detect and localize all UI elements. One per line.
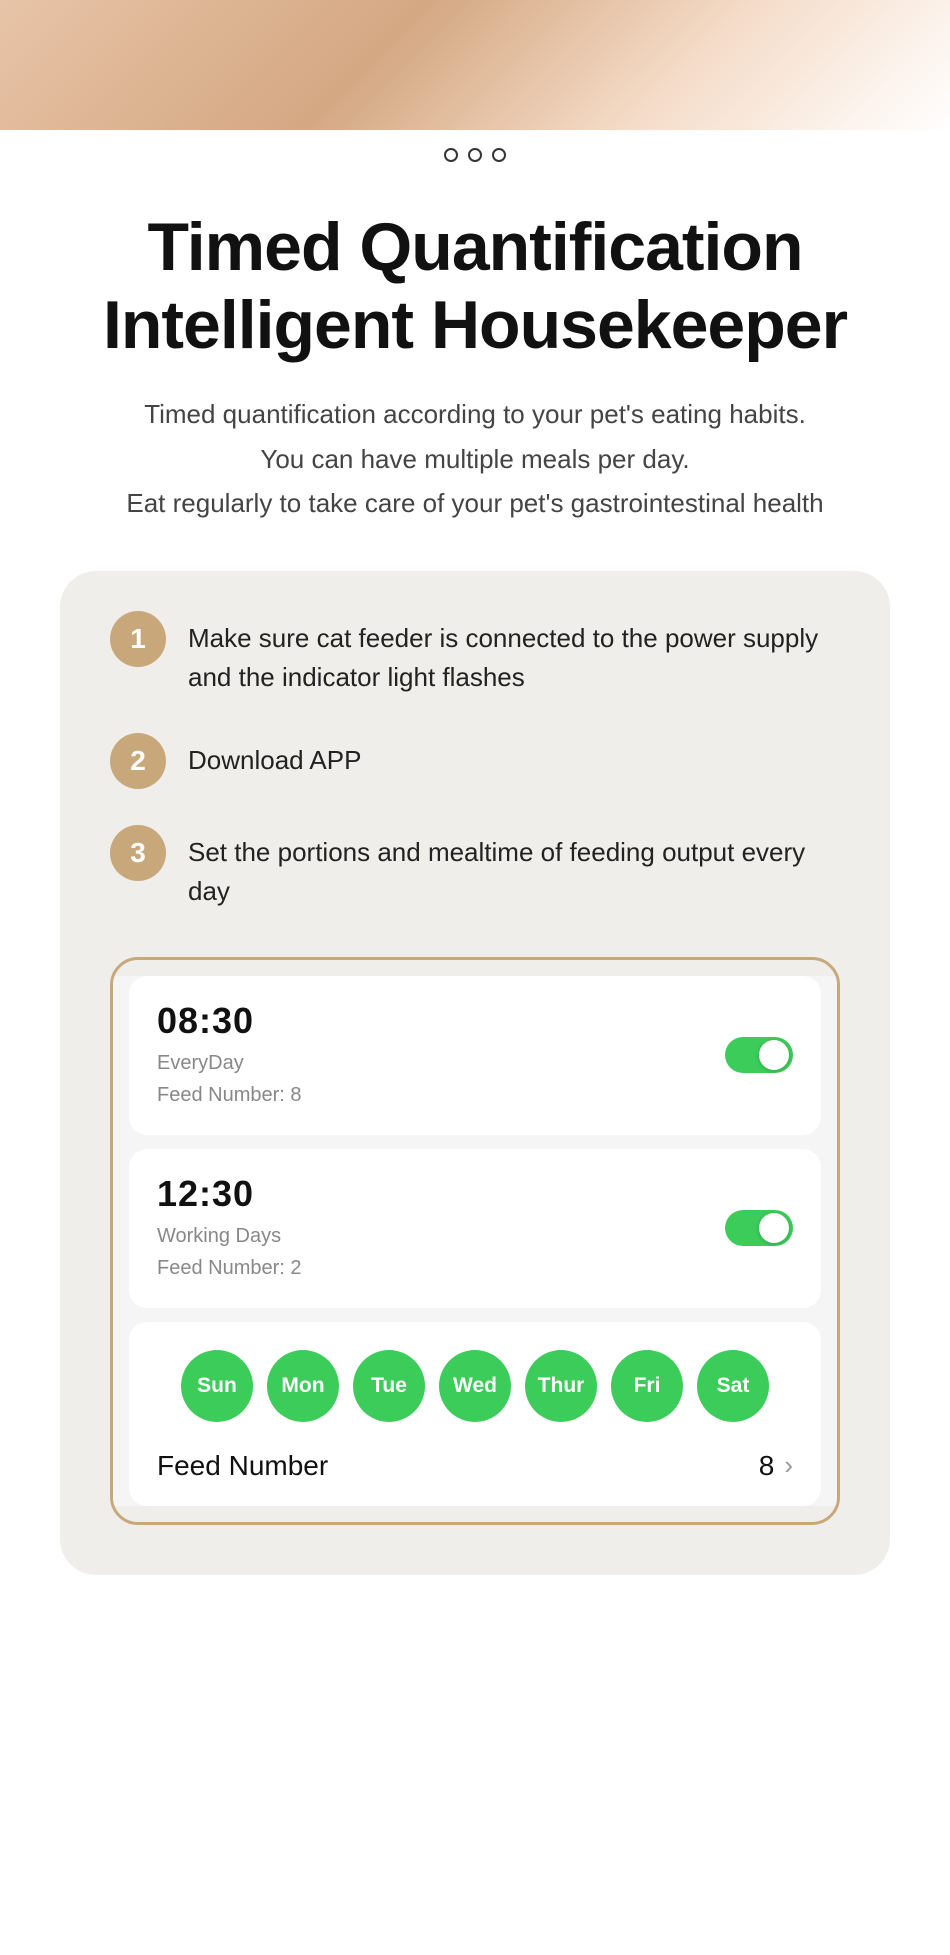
toggle-knob-2: [759, 1213, 789, 1243]
toggle-1[interactable]: [725, 1037, 793, 1073]
step-text-2: Download APP: [188, 733, 361, 780]
hero-section: Timed Quantification Intelligent Houseke…: [0, 178, 950, 535]
step-item-2: 2 Download APP: [110, 733, 840, 789]
page-title: Timed Quantification Intelligent Houseke…: [40, 208, 910, 364]
feed-time-2: 12:30: [157, 1173, 793, 1215]
day-sat[interactable]: Sat: [697, 1350, 769, 1422]
day-fri[interactable]: Fri: [611, 1350, 683, 1422]
step-text-1: Make sure cat feeder is connected to the…: [188, 611, 840, 697]
day-thur[interactable]: Thur: [525, 1350, 597, 1422]
feed-number-row[interactable]: Feed Number 8 ›: [153, 1450, 797, 1482]
schedule-inner: 08:30 EveryDay Feed Number: 8 12:30 Work…: [113, 976, 837, 1506]
hero-image: [0, 0, 950, 130]
toggle-2[interactable]: [725, 1210, 793, 1246]
days-feed-card: Sun Mon Tue Wed Thur Fri: [129, 1322, 821, 1506]
step-number-3: 3: [110, 825, 166, 881]
main-card: 1 Make sure cat feeder is connected to t…: [60, 571, 890, 1575]
chevron-right-icon: ›: [784, 1450, 793, 1481]
feed-time-1: 08:30: [157, 1000, 793, 1042]
days-row: Sun Mon Tue Wed Thur Fri: [153, 1350, 797, 1422]
hero-subtitle: Timed quantification according to your p…: [40, 392, 910, 525]
step-text-3: Set the portions and mealtime of feeding…: [188, 825, 840, 911]
dot-2: [468, 148, 482, 162]
step-number-1: 1: [110, 611, 166, 667]
feed-meta-1: EveryDay Feed Number: 8: [157, 1047, 793, 1111]
toggle-knob-1: [759, 1040, 789, 1070]
feed-meta-2: Working Days Feed Number: 2: [157, 1220, 793, 1284]
day-wed[interactable]: Wed: [439, 1350, 511, 1422]
feed-entry-2: 12:30 Working Days Feed Number: 2: [129, 1149, 821, 1308]
step-item-1: 1 Make sure cat feeder is connected to t…: [110, 611, 840, 697]
step-item-3: 3 Set the portions and mealtime of feedi…: [110, 825, 840, 911]
feed-number-value: 8 ›: [759, 1450, 793, 1482]
dot-3: [492, 148, 506, 162]
feed-entry-1: 08:30 EveryDay Feed Number: 8: [129, 976, 821, 1135]
steps-list: 1 Make sure cat feeder is connected to t…: [110, 611, 840, 911]
step-number-2: 2: [110, 733, 166, 789]
schedule-card: 08:30 EveryDay Feed Number: 8 12:30 Work…: [110, 957, 840, 1525]
page-indicators: [0, 130, 950, 178]
day-tue[interactable]: Tue: [353, 1350, 425, 1422]
dot-1: [444, 148, 458, 162]
feed-number-label: Feed Number: [157, 1450, 328, 1482]
day-sun[interactable]: Sun: [181, 1350, 253, 1422]
day-mon[interactable]: Mon: [267, 1350, 339, 1422]
